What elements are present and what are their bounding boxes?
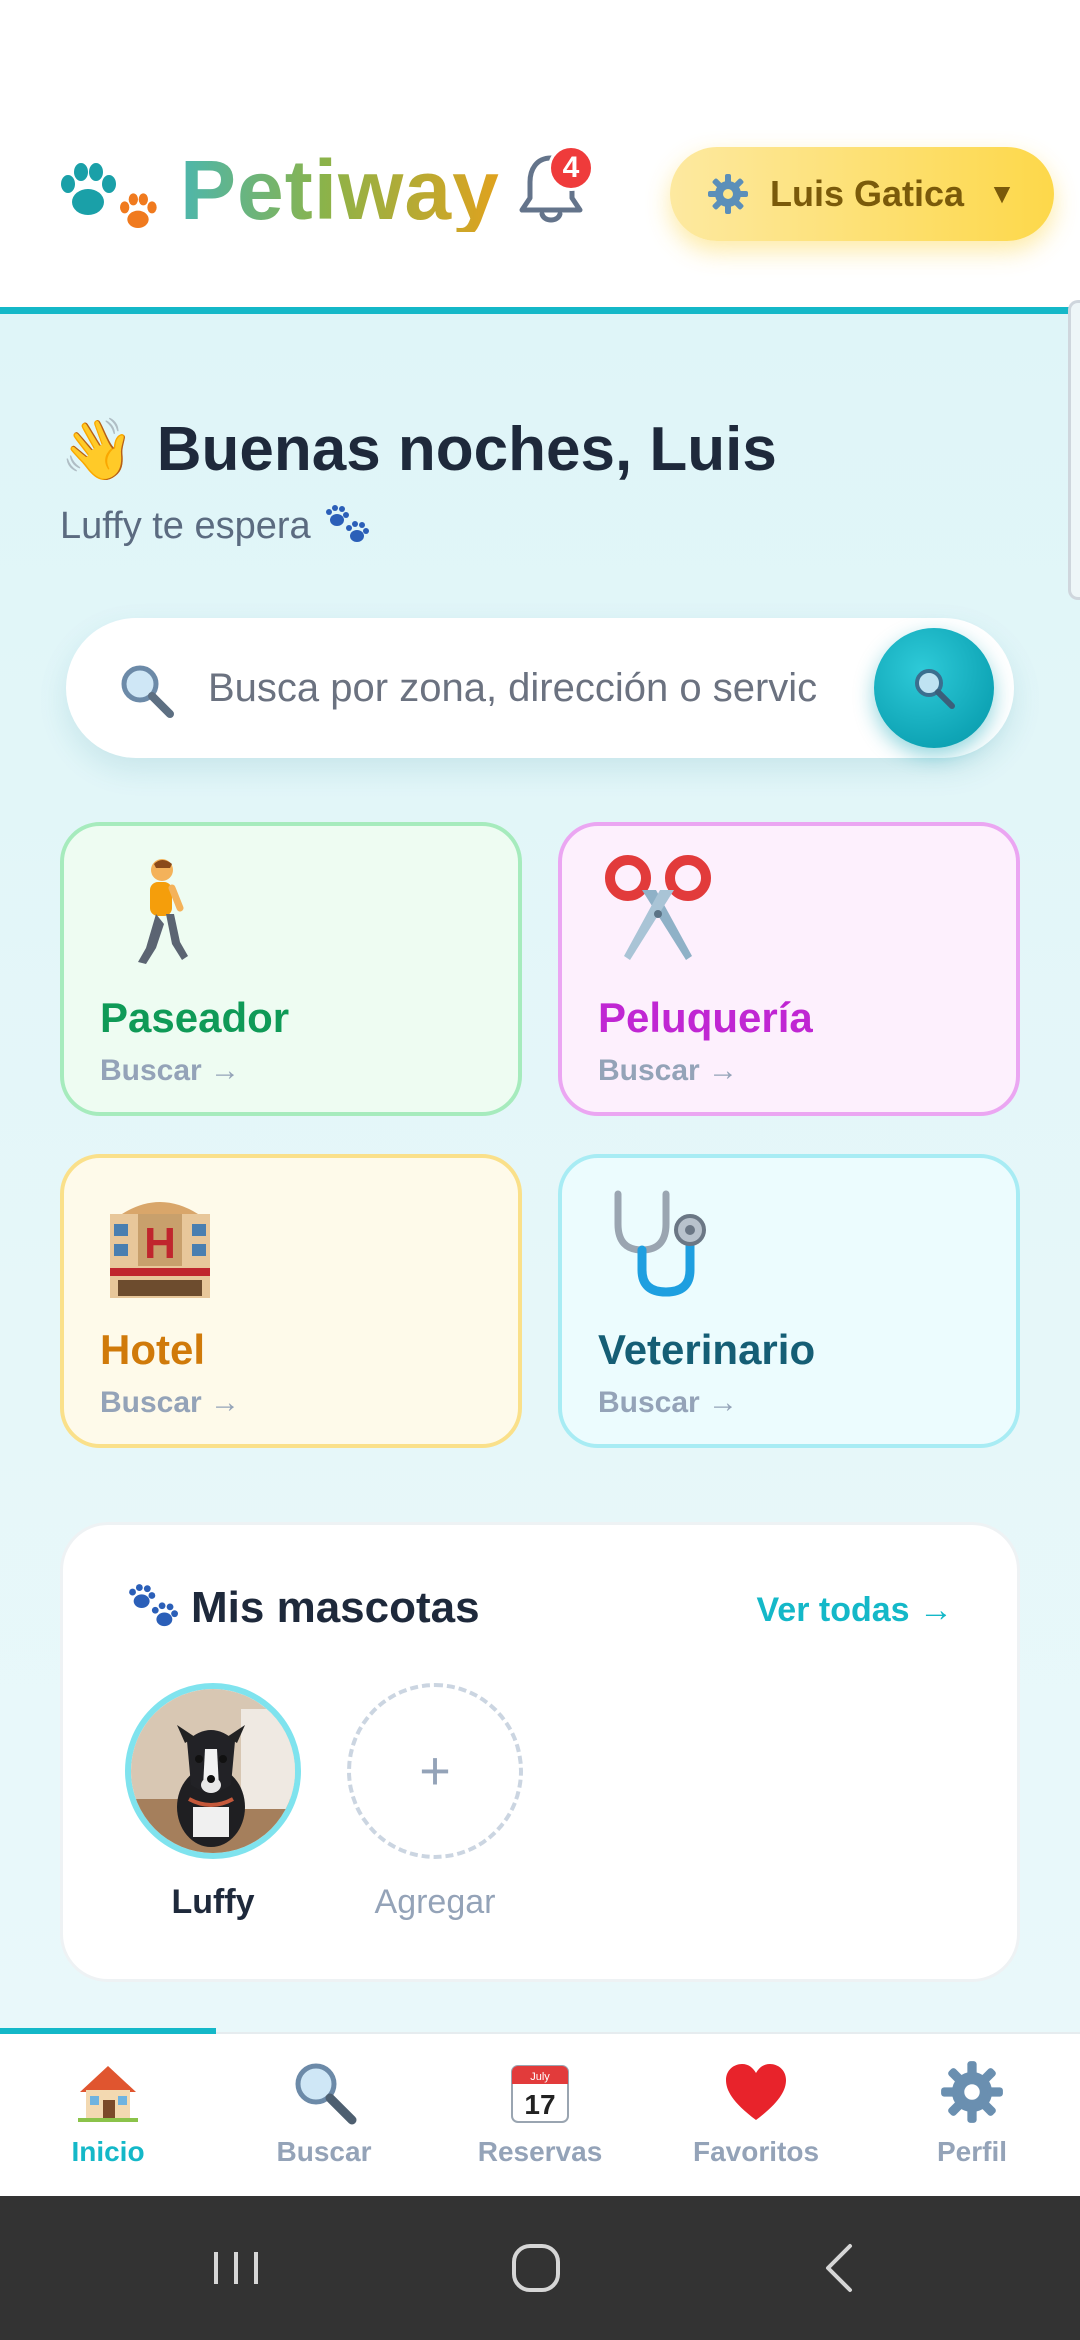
back-icon[interactable] — [800, 2236, 880, 2300]
recent-apps-icon[interactable] — [196, 2236, 276, 2300]
nav-label: Reservas — [477, 2136, 603, 2167]
pet-name: Luffy — [171, 1883, 255, 1921]
search-icon — [915, 669, 955, 709]
subtitle-text: Luffy te espera — [60, 504, 311, 547]
nav-item-perfil[interactable]: Perfil — [864, 2058, 1080, 2168]
category-title: Hotel — [100, 1326, 205, 1373]
active-tab-indicator — [0, 2028, 216, 2034]
add-pet-label: Agregar — [374, 1883, 496, 1921]
category-card-peluqueria[interactable]: Peluquería Buscar → — [558, 822, 1020, 1116]
header-divider — [0, 307, 1080, 314]
category-title: Paseador — [100, 994, 290, 1041]
category-action: Buscar → — [598, 1054, 739, 1087]
plus-icon: + — [419, 1741, 451, 1801]
search-input[interactable] — [208, 648, 928, 728]
greeting: 👋 Buenas noches, Luis — [60, 414, 777, 485]
my-pets-title: Mis mascotas — [191, 1583, 480, 1632]
nav-label: Favoritos — [692, 2136, 820, 2167]
app-name: Petiway — [180, 143, 500, 237]
notification-badge: 4 — [548, 145, 594, 191]
nav-item-reservas[interactable]: July 17 Reservas — [432, 2058, 648, 2168]
main-content: 👋 Buenas noches, Luis Luffy te espera Bu… — [0, 314, 1080, 2034]
calendar-month: July — [530, 2071, 550, 2083]
heart-icon — [726, 2064, 786, 2120]
category-card-paseador[interactable]: Paseador Buscar → — [60, 822, 522, 1116]
calendar-day: 17 — [524, 2089, 555, 2120]
category-card-hotel[interactable]: H Hotel Buscar → — [60, 1154, 522, 1448]
gear-icon — [941, 2061, 1003, 2123]
paw-prints-icon — [325, 505, 369, 542]
nav-item-favoritos[interactable]: Favoritos — [648, 2058, 864, 2168]
nav-label: Perfil — [936, 2136, 1008, 2167]
waving-hand-icon: 👋 — [60, 416, 135, 483]
svg-text:H: H — [144, 1219, 176, 1268]
chevron-down-icon: ▼ — [988, 178, 1016, 209]
greeting-subtitle: Luffy te espera — [60, 504, 371, 548]
dog-photo — [131, 1689, 295, 1853]
nav-item-buscar[interactable]: Buscar — [216, 2058, 432, 2168]
calendar-icon: July 17 — [511, 2065, 569, 2123]
category-title: Veterinario — [598, 1326, 816, 1373]
app-header: Petiway 4 Luis Gatica ▼ — [0, 0, 1080, 308]
nav-item-inicio[interactable]: Inicio — [0, 2058, 216, 2168]
scrollbar-thumb[interactable] — [1068, 300, 1080, 600]
nav-label: Buscar — [276, 2136, 372, 2167]
magnifier-icon — [295, 2063, 357, 2125]
bottom-navigation: Inicio Buscar July 17 Reservas Favoritos — [0, 2028, 1080, 2196]
user-name: Luis Gatica — [770, 173, 965, 214]
gear-icon — [708, 174, 748, 214]
category-title: Peluquería — [598, 994, 813, 1041]
greeting-title: Buenas noches, Luis — [156, 415, 777, 484]
home-icon — [78, 2066, 138, 2122]
category-action: Buscar → — [598, 1386, 739, 1419]
search-bar — [66, 618, 1014, 758]
system-navigation-bar — [0, 2196, 1080, 2340]
search-icon — [121, 665, 174, 718]
paws-logo-icon — [58, 140, 168, 240]
paw-prints-icon — [129, 1584, 178, 1627]
category-action: Buscar → — [100, 1386, 241, 1419]
app-logo[interactable]: Petiway — [58, 140, 500, 240]
category-action: Buscar → — [100, 1054, 241, 1087]
category-card-veterinario[interactable]: Veterinario Buscar → — [558, 1154, 1020, 1448]
see-all-pets-link[interactable]: Ver todas → — [756, 1591, 953, 1630]
my-pets-header: Mis mascotas — [125, 1583, 480, 1633]
home-button-icon[interactable] — [496, 2236, 576, 2300]
stethoscope-icon — [614, 1190, 706, 1297]
my-pets-panel: Mis mascotas Ver todas → Luffy + Agregar — [60, 1522, 1020, 1982]
add-pet-button[interactable]: + — [347, 1683, 523, 1859]
nav-label: Inicio — [71, 2136, 145, 2167]
person-walking-icon — [138, 859, 188, 964]
hotel-icon: H — [110, 1202, 210, 1298]
pet-avatar-luffy[interactable] — [125, 1683, 301, 1859]
search-button[interactable] — [874, 628, 994, 748]
scissors-icon — [605, 855, 711, 960]
user-menu-button[interactable]: Luis Gatica ▼ — [670, 147, 1054, 241]
